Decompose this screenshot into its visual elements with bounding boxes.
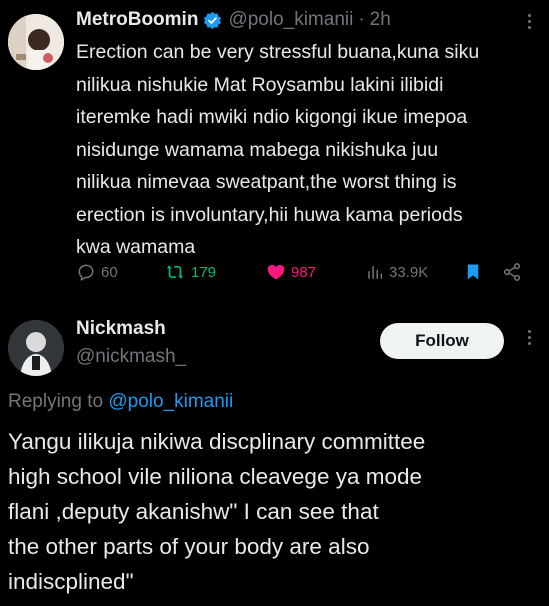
bookmark-button[interactable] (464, 262, 482, 282)
follow-button[interactable]: Follow (380, 323, 504, 359)
views-count: 33.9K (389, 263, 429, 281)
replying-prefix: Replying to (8, 391, 104, 412)
author-name[interactable]: MetroBoomin (76, 9, 198, 31)
avatar-image (8, 14, 64, 70)
author-handle[interactable]: @polo_kimanii (228, 9, 353, 31)
repost-count: 179 (191, 263, 217, 281)
reply-button[interactable]: 60 (76, 262, 118, 282)
reply-count: 60 (101, 263, 118, 281)
avatar-image (8, 320, 64, 376)
bookmark-icon (467, 264, 479, 280)
more-icon[interactable] (528, 14, 531, 29)
like-button[interactable]: 987 (266, 262, 316, 282)
reply-author-name[interactable]: Nickmash (76, 318, 166, 340)
repost-icon (167, 265, 183, 279)
replying-to-line: Replying to @polo_kimanii (8, 391, 233, 413)
replying-mention-link[interactable]: @polo_kimanii (108, 391, 233, 412)
views-button[interactable]: 33.9K (366, 262, 428, 282)
heart-icon (267, 264, 285, 280)
repost-button[interactable]: 179 (164, 262, 216, 282)
tweet-time[interactable]: 2h (370, 9, 391, 31)
metroboomin-avatar[interactable] (8, 14, 64, 70)
reply-icon (78, 264, 94, 281)
tweet-header: MetroBoomin @polo_kimanii · 2h (76, 9, 391, 31)
verified-badge-icon (203, 11, 222, 30)
like-count: 987 (291, 263, 317, 281)
nickmash-avatar[interactable] (8, 320, 64, 376)
share-button[interactable] (502, 262, 522, 282)
views-icon (368, 266, 383, 279)
reply-text: Yangu ilikuja nikiwa discplinary committ… (8, 429, 426, 594)
tweet-actions: 60 179 987 33.9K (76, 262, 531, 286)
separator-dot: · (358, 9, 365, 30)
share-icon (503, 263, 521, 281)
tweet-text: Erection can be very stressful buana,kun… (76, 41, 480, 258)
more-icon[interactable] (528, 330, 531, 345)
reply-author-handle[interactable]: @nickmash_ (76, 346, 186, 368)
